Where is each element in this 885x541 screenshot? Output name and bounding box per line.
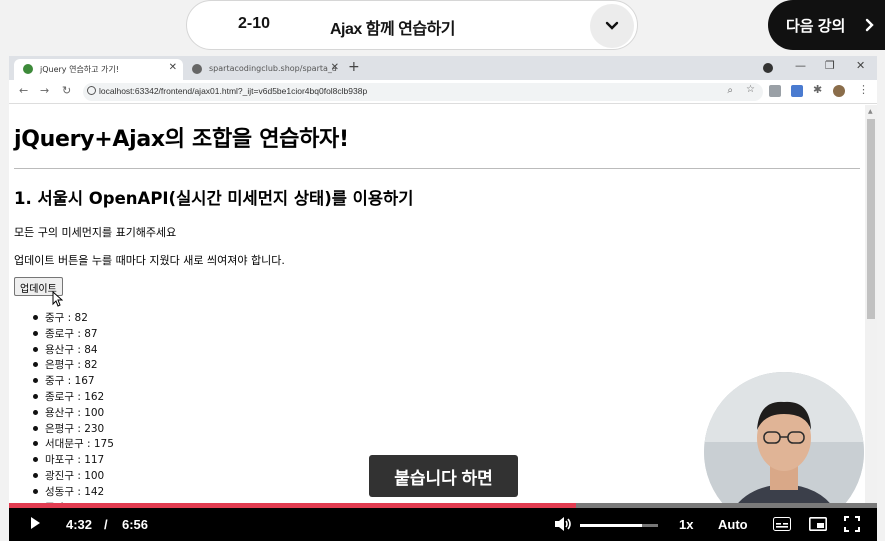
list-item: 은평구 : 82	[31, 357, 114, 373]
section-title: 1. 서울시 OpenAPI(실시간 미세먼지 상태)를 이용하기	[14, 189, 414, 208]
page-title: jQuery+Ajax의 조합을 연습하자!	[14, 127, 349, 152]
volume-slider[interactable]	[580, 524, 658, 527]
tab-title: jQuery 연습하고 가기!	[40, 65, 119, 74]
current-time: 4:32	[66, 517, 93, 532]
list-item: 종로구 : 87	[31, 326, 114, 342]
tab-favicon-icon	[23, 64, 33, 74]
list-item: 마포구 : 117	[31, 452, 114, 468]
speed-button[interactable]: 1x	[679, 517, 693, 532]
address-bar: ← → ↻ localhost:63342/frontend/ajax01.ht…	[9, 80, 877, 104]
tab-strip: jQuery 연습하고 가기! ✕ spartacodingclub.shop/…	[9, 56, 877, 80]
list-item: 용산구 : 100	[31, 405, 114, 421]
dust-list: 중구 : 82 종로구 : 87 용산구 : 84 은평구 : 82 중구 : 167 종…	[31, 310, 114, 512]
volume-icon[interactable]	[554, 516, 572, 535]
list-item: 광진구 : 100	[31, 468, 114, 484]
chevron-right-icon	[865, 18, 874, 36]
list-item: 성동구 : 142	[31, 484, 114, 500]
forward-icon[interactable]: →	[40, 84, 49, 97]
tab-sparta[interactable]: spartacodingclub.shop/sparta_a ✕	[183, 59, 345, 80]
scrollbar[interactable]: ▲	[865, 105, 877, 512]
time-separator: /	[104, 517, 108, 532]
back-icon[interactable]: ←	[19, 84, 28, 97]
next-lecture-label: 다음 강의	[786, 18, 846, 35]
extension-icon[interactable]	[769, 85, 781, 97]
url-text: localhost:63342/frontend/ajax01.html?_ij…	[99, 86, 368, 96]
tab-title: spartacodingclub.shop/sparta_a	[209, 64, 337, 73]
pip-icon[interactable]	[809, 517, 827, 534]
scrollbar-thumb[interactable]	[867, 119, 875, 319]
info-icon	[87, 86, 96, 95]
list-item: 종로구 : 162	[31, 389, 114, 405]
lesson-selector[interactable]: 2-10 Ajax 함께 연습하기	[186, 0, 638, 50]
minimize-icon[interactable]: —	[795, 59, 806, 72]
reload-icon[interactable]: ↻	[62, 84, 71, 97]
list-item: 서대문구 : 175	[31, 436, 114, 452]
quality-button[interactable]: Auto	[718, 517, 748, 532]
menu-dots-icon[interactable]: ⋮	[858, 83, 869, 96]
captions-icon[interactable]	[773, 517, 791, 534]
extension-icon[interactable]	[791, 85, 803, 97]
puzzle-icon[interactable]: ✱	[813, 83, 822, 96]
player-controls: 4:32 / 6:56 1x Auto	[9, 508, 877, 541]
globe-icon	[192, 64, 202, 74]
next-lecture-button[interactable]: 다음 강의	[768, 0, 885, 50]
mouse-cursor-icon	[52, 291, 63, 307]
chevron-down-icon[interactable]	[590, 4, 634, 48]
lesson-number: 2-10	[238, 15, 271, 32]
lesson-title: Ajax 함께 연습하기	[330, 21, 456, 38]
subtitle-caption: 붙습니다 하면	[369, 455, 518, 497]
zoom-icon[interactable]: ⌕	[727, 85, 733, 96]
instruction-text-2: 업데이트 버튼을 누를 때마다 지웠다 새로 씌여져야 합니다.	[14, 254, 285, 267]
list-item: 중구 : 82	[31, 310, 114, 326]
url-field[interactable]: localhost:63342/frontend/ajax01.html?_ij…	[83, 83, 763, 101]
divider	[14, 168, 860, 169]
lesson-header: 2-10 Ajax 함께 연습하기 다음 강의	[0, 0, 885, 56]
bookmark-star-icon[interactable]: ☆	[746, 84, 755, 95]
duration: 6:56	[122, 517, 149, 532]
avatar[interactable]	[833, 85, 845, 97]
tab-jquery[interactable]: jQuery 연습하고 가기! ✕	[14, 59, 183, 80]
new-tab-icon[interactable]: +	[348, 59, 360, 75]
fullscreen-icon[interactable]	[844, 516, 860, 535]
list-item: 은평구 : 230	[31, 421, 114, 437]
scroll-up-icon[interactable]: ▲	[868, 108, 873, 115]
list-item: 용산구 : 84	[31, 342, 114, 358]
list-item: 중구 : 167	[31, 373, 114, 389]
instruction-text: 모든 구의 미세먼지를 표기해주세요	[14, 226, 177, 239]
close-icon[interactable]: ✕	[169, 62, 177, 73]
window-close-icon[interactable]: ✕	[856, 59, 865, 72]
play-icon[interactable]	[30, 516, 41, 533]
close-icon[interactable]: ✕	[331, 62, 339, 73]
volume-fill	[580, 524, 643, 527]
restore-icon[interactable]: ❐	[825, 59, 835, 72]
profile-icon[interactable]	[763, 63, 773, 73]
